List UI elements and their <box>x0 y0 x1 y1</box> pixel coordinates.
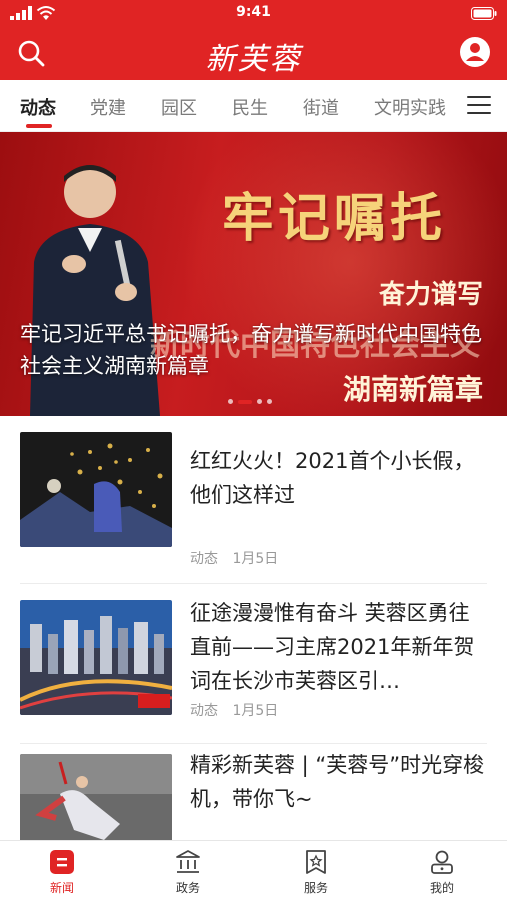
government-building-icon <box>176 850 200 873</box>
carousel-dot[interactable] <box>228 399 233 404</box>
user-avatar-icon[interactable] <box>459 36 491 68</box>
profile-icon <box>431 850 453 874</box>
bottom-tab-news[interactable]: 新闻 <box>22 849 102 896</box>
banner-caption: 牢记习近平总书记嘱托，奋力谱写新时代中国特色社会主义湖南新篇章 <box>20 322 482 378</box>
bottom-tab-bar: 新闻 政务 服务 我的 <box>0 840 507 900</box>
bottom-tab-label: 服务 <box>303 881 328 895</box>
tab-jiedao[interactable]: 街道 <box>303 94 339 120</box>
news-date: 1月5日 <box>232 551 279 567</box>
tab-yuanqu[interactable]: 园区 <box>161 94 197 120</box>
bottom-tab-label: 新闻 <box>49 881 74 895</box>
tab-dongtai[interactable]: 动态 <box>20 94 56 120</box>
bottom-tab-label: 政务 <box>175 881 200 895</box>
status-bar: 9:41 <box>0 0 507 26</box>
battery-icon <box>471 7 497 20</box>
header: 9:41 新芙蓉 <box>0 0 507 80</box>
banner-art-title: 牢记嘱托 <box>222 188 447 249</box>
tab-wenming-shijian[interactable]: 文明实践 <box>374 94 446 120</box>
bottom-tab-service[interactable]: 服务 <box>276 849 356 896</box>
bottom-tab-government[interactable]: 政务 <box>148 849 228 896</box>
news-icon <box>50 850 74 874</box>
news-thumbnail <box>20 600 172 715</box>
carousel-dot[interactable] <box>238 399 252 404</box>
tab-dangjian[interactable]: 党建 <box>90 94 126 120</box>
hero-banner[interactable]: 牢记嘱托 奋力谱写 新时代中国特色社会主义 湖南新篇章 牢记习近平总书记嘱托，奋… <box>0 132 507 416</box>
active-tab-indicator <box>26 124 52 128</box>
app-logo: 新芙蓉 <box>205 42 302 77</box>
banner-art-line1: 奋力谱写 <box>378 280 483 310</box>
category-tabs: 动态 党建 园区 民生 街道 文明实践 <box>0 80 507 132</box>
news-category: 动态 <box>190 551 218 567</box>
news-meta: 动态 1月5日 <box>190 700 288 720</box>
news-category: 动态 <box>190 703 218 719</box>
news-item[interactable]: 征途漫漫惟有奋斗 芙蓉区勇往直前——习主席2021年新年贺词在长沙市芙蓉区引… … <box>20 584 487 744</box>
news-thumbnail <box>20 432 172 547</box>
tab-minsheng[interactable]: 民生 <box>232 94 268 120</box>
news-item[interactable]: 精彩新芙蓉 | “芙蓉号”时光穿梭机，带你飞~ <box>20 744 487 869</box>
news-title: 红红火火！2021首个小长假，他们这样过 <box>190 449 475 507</box>
news-item[interactable]: 红红火火！2021首个小长假，他们这样过 动态 1月5日 <box>20 432 487 584</box>
bottom-tab-label: 我的 <box>429 881 454 895</box>
news-title: 精彩新芙蓉 | “芙蓉号”时光穿梭机，带你飞~ <box>190 753 485 811</box>
news-meta: 动态 1月5日 <box>190 548 288 568</box>
service-bookmark-icon <box>306 850 326 874</box>
top-navbar: 新芙蓉 <box>0 26 507 80</box>
app-root: 9:41 新芙蓉 动态 党建 园区 民生 街道 文明实践 牢记嘱托 奋力谱写 新… <box>0 0 507 900</box>
carousel-dots <box>228 391 277 404</box>
carousel-dot[interactable] <box>267 399 272 404</box>
status-time: 9:41 <box>236 4 271 20</box>
news-date: 1月5日 <box>232 703 279 719</box>
news-title: 征途漫漫惟有奋斗 芙蓉区勇往直前——习主席2021年新年贺词在长沙市芙蓉区引… <box>190 601 475 693</box>
carousel-dot[interactable] <box>257 399 262 404</box>
menu-icon[interactable] <box>467 96 491 116</box>
bottom-tab-profile[interactable]: 我的 <box>402 849 482 896</box>
